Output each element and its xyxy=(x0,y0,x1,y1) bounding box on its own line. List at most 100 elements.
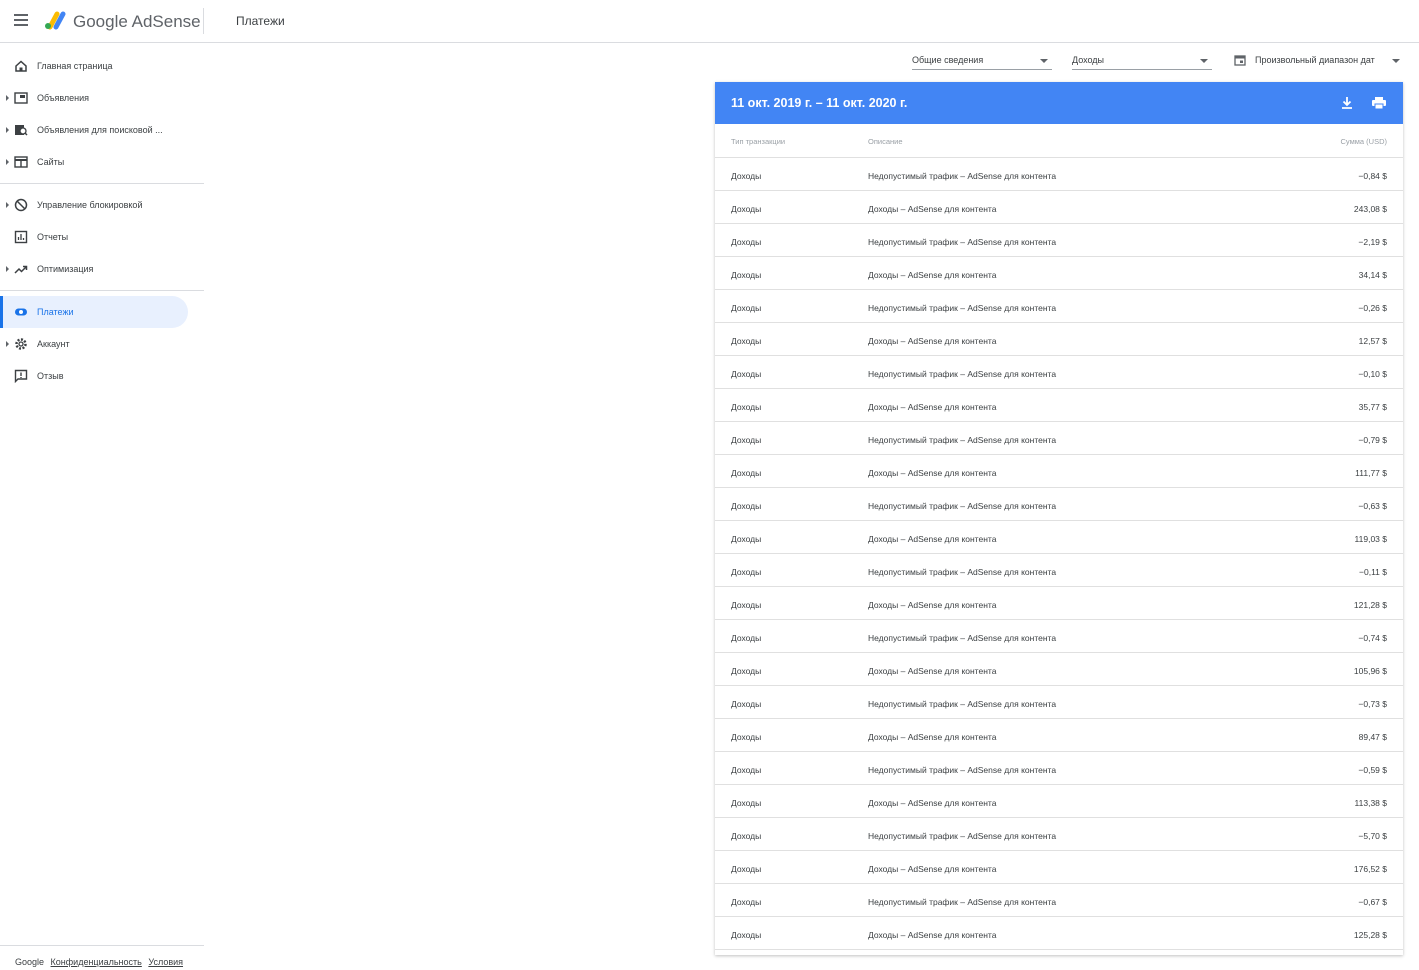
page-title: Платежи xyxy=(236,14,285,28)
table-row: Доходы Недопустимый трафик – AdSense для … xyxy=(715,158,1403,191)
sidebar-item-feedback[interactable]: Отзыв xyxy=(0,360,204,392)
print-icon[interactable] xyxy=(1371,95,1387,111)
table-row: Доходы Недопустимый трафик – AdSense для … xyxy=(715,422,1403,455)
download-icon[interactable] xyxy=(1339,95,1355,111)
table-row: Доходы Доходы – AdSense для контента 243,0… xyxy=(715,191,1403,224)
expand-arrow-icon[interactable] xyxy=(6,95,9,101)
table-row: Доходы Недопустимый трафик – AdSense для … xyxy=(715,356,1403,389)
transaction-description: Недопустимый трафик – AdSense для контен… xyxy=(868,633,1057,643)
transaction-type: Доходы xyxy=(731,171,762,181)
divider xyxy=(203,8,204,34)
sidebar-item-sites[interactable]: Сайты xyxy=(0,146,204,178)
transaction-description: Доходы – AdSense для контента xyxy=(868,204,997,214)
sidebar-item-label: Платежи xyxy=(37,307,74,317)
table-row: Доходы Недопустимый трафик – AdSense для … xyxy=(715,290,1403,323)
date-range-select[interactable]: Произвольный диапазон дат xyxy=(1234,52,1402,70)
expand-arrow-icon[interactable] xyxy=(6,266,9,272)
date-range-title: 11 окт. 2019 г. – 11 окт. 2020 г. xyxy=(731,96,908,110)
sidebar-item-label: Управление блокировкой xyxy=(37,200,143,210)
sidebar-item-label: Аккаунт xyxy=(37,339,70,349)
transaction-amount: −0,67 $ xyxy=(1358,897,1387,907)
sidebar-item-reports[interactable]: Отчеты xyxy=(0,221,204,253)
block-icon xyxy=(14,198,28,212)
sites-icon xyxy=(14,156,28,168)
transaction-type: Доходы xyxy=(731,930,762,940)
table-row: Доходы Доходы – AdSense для контента 105,9… xyxy=(715,653,1403,686)
transaction-amount: −0,11 $ xyxy=(1359,567,1387,577)
transaction-amount: 34,14 $ xyxy=(1358,270,1387,280)
transaction-type: Доходы xyxy=(731,897,762,907)
transaction-amount: 119,03 $ xyxy=(1354,534,1387,544)
table-row: Доходы Недопустимый трафик – AdSense для … xyxy=(715,620,1403,653)
sidebar-item-search-ads[interactable]: Объявления для поисковой ... xyxy=(0,114,204,146)
sidebar-item-payments[interactable]: Платежи xyxy=(0,296,188,328)
privacy-link[interactable]: Конфиденциальность xyxy=(51,957,142,967)
expand-arrow-icon[interactable] xyxy=(6,341,9,347)
transaction-description: Недопустимый трафик – AdSense для контен… xyxy=(868,897,1057,907)
sidebar-item-block[interactable]: Управление блокировкой xyxy=(0,189,204,221)
table-row: Доходы Доходы – AdSense для контента 34,14… xyxy=(715,257,1403,290)
transaction-description: Доходы – AdSense для контента xyxy=(868,336,997,346)
transaction-type: Доходы xyxy=(731,270,762,280)
table-row: Доходы Недопустимый трафик – AdSense для … xyxy=(715,686,1403,719)
transaction-description: Недопустимый трафик – AdSense для контен… xyxy=(868,501,1057,511)
sidebar-item-label: Главная страница xyxy=(37,61,113,71)
transaction-description: Доходы – AdSense для контента xyxy=(868,732,997,742)
transaction-amount: 89,47 $ xyxy=(1358,732,1387,742)
transaction-amount: −0,10 $ xyxy=(1358,369,1387,379)
adsense-logo xyxy=(45,11,66,30)
transaction-type: Доходы xyxy=(731,468,762,478)
sidebar-item-label: Отзыв xyxy=(37,371,64,381)
payments-icon xyxy=(15,308,27,316)
col-amount-header[interactable]: Сумма (USD) xyxy=(1341,137,1387,146)
reports-icon xyxy=(14,230,28,244)
col-description-header[interactable]: Описание xyxy=(868,137,903,146)
transaction-type: Доходы xyxy=(731,699,762,709)
transaction-description: Доходы – AdSense для контента xyxy=(868,402,997,412)
sidebar-item-trending[interactable]: Оптимизация xyxy=(0,253,204,285)
table-header: Тип транзакции Описание Сумма (USD) xyxy=(715,124,1403,158)
brand-name[interactable]: Google AdSense xyxy=(73,12,201,32)
menu-icon[interactable] xyxy=(14,14,28,26)
transaction-type: Доходы xyxy=(731,303,762,313)
chevron-down-icon xyxy=(1200,59,1208,63)
sidebar-item-home[interactable]: Главная страница xyxy=(0,50,204,82)
calendar-icon xyxy=(1234,55,1246,66)
date-range-value: Произвольный диапазон дат xyxy=(1255,55,1375,65)
transaction-amount: 12,57 $ xyxy=(1358,336,1387,346)
sidebar-item-ads[interactable]: Объявления xyxy=(0,82,204,114)
ads-icon xyxy=(14,92,28,104)
sidebar-item-gear[interactable]: Аккаунт xyxy=(0,328,204,360)
table-row: Доходы Недопустимый трафик – AdSense для … xyxy=(715,884,1403,917)
table-row: Доходы Доходы – AdSense для контента 113,3… xyxy=(715,785,1403,818)
transaction-amount: −5,70 $ xyxy=(1358,831,1387,841)
transaction-description: Недопустимый трафик – AdSense для контен… xyxy=(868,699,1057,709)
sidebar-item-label: Оптимизация xyxy=(37,264,94,274)
expand-arrow-icon[interactable] xyxy=(6,127,9,133)
card-header: 11 окт. 2019 г. – 11 окт. 2020 г. xyxy=(715,82,1403,124)
transaction-type: Доходы xyxy=(731,501,762,511)
feedback-icon xyxy=(14,369,28,383)
view-select[interactable]: Общие сведения xyxy=(912,52,1052,70)
transaction-amount: 105,96 $ xyxy=(1353,666,1387,676)
transaction-description: Доходы – AdSense для контента xyxy=(868,270,997,280)
transaction-amount: 35,77 $ xyxy=(1358,402,1387,412)
transaction-amount: −0,74 $ xyxy=(1358,633,1387,643)
table-row: Доходы Доходы – AdSense для контента 111,7… xyxy=(715,455,1403,488)
transaction-amount: −0,59 $ xyxy=(1358,765,1387,775)
expand-arrow-icon[interactable] xyxy=(6,159,9,165)
transaction-description: Недопустимый трафик – AdSense для контен… xyxy=(868,435,1057,445)
expand-arrow-icon[interactable] xyxy=(6,202,9,208)
type-select[interactable]: Доходы xyxy=(1072,52,1212,70)
footer-google: Google xyxy=(15,957,45,967)
col-type-header[interactable]: Тип транзакции xyxy=(731,137,785,146)
transaction-amount: −2,19 $ xyxy=(1358,237,1387,247)
table-row: Доходы Доходы – AdSense для контента 89,47… xyxy=(715,719,1403,752)
terms-link[interactable]: Условия xyxy=(148,957,183,967)
table-row: Доходы Недопустимый трафик – AdSense для … xyxy=(715,752,1403,785)
transaction-description: Доходы – AdSense для контента xyxy=(868,666,997,676)
transaction-type: Доходы xyxy=(731,798,762,808)
transaction-type: Доходы xyxy=(731,864,762,874)
transaction-description: Доходы – AdSense для контента xyxy=(868,864,997,874)
home-icon xyxy=(15,60,27,72)
